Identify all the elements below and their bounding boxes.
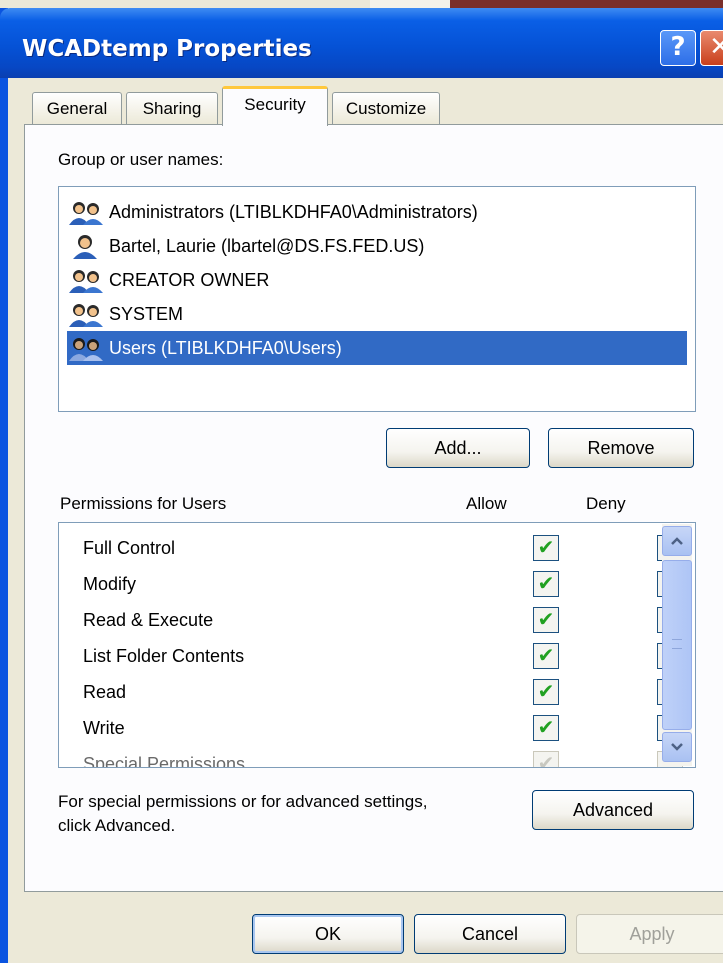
permission-row: Read & Execute ✔ [83,603,683,637]
allow-checkbox[interactable]: ✔ [533,535,559,561]
list-item[interactable]: Bartel, Laurie (lbartel@DS.FS.FED.US) [67,229,687,263]
chevron-down-icon [671,743,683,751]
user-name: Administrators (LTIBLKDHFA0\Administrato… [109,202,478,222]
tab-security[interactable]: Security [222,86,328,126]
permission-name: Full Control [83,538,176,558]
permission-name: Read & Execute [83,610,214,630]
user-icon [73,235,97,259]
allow-checkbox[interactable]: ✔ [533,607,559,633]
group-or-user-names-label: Group or user names: [58,150,224,169]
allow-column-header: Allow [466,494,507,513]
permissions-scrollbar[interactable] [662,524,692,766]
help-button[interactable]: ? [660,30,696,66]
list-item[interactable]: Administrators (LTIBLKDHFA0\Administrato… [67,195,687,229]
apply-button[interactable]: Apply [576,914,723,954]
scroll-up-button[interactable] [662,526,692,556]
advanced-hint: For special permissions or for advanced … [58,790,427,838]
user-name: CREATOR OWNER [109,270,270,290]
group-icon [69,338,103,361]
list-item[interactable]: CREATOR OWNER [67,263,687,297]
group-icon [69,270,103,293]
permission-name: Modify [83,574,137,594]
permissions-label: Permissions for Users [60,494,227,513]
close-button[interactable]: ✕ [700,30,723,66]
permission-row: Special Permissions ✔ [83,747,683,768]
advanced-hint-line: For special permissions or for advanced … [58,792,428,811]
allow-checkbox[interactable]: ✔ [533,751,559,767]
permission-row: Full Control ✔ [83,531,683,565]
scroll-down-button[interactable] [662,732,692,762]
permission-row: Read ✔ [83,675,683,709]
permission-name: Write [83,718,125,738]
permission-row: Write ✔ [83,711,683,745]
tab-sharing[interactable]: Sharing [126,92,218,124]
user-name: Users (LTIBLKDHFA0\Users) [109,338,342,358]
cancel-button[interactable]: Cancel [414,914,566,954]
scroll-thumb[interactable] [662,560,692,730]
user-listbox[interactable]: Administrators (LTIBLKDHFA0\Administrato… [58,186,696,412]
advanced-button[interactable]: Advanced [532,790,694,830]
permissions-list: Full Control ✔ Modify ✔ Read & Execute ✔ List … [58,522,696,768]
allow-checkbox[interactable]: ✔ [533,571,559,597]
title-bar[interactable]: WCADtemp Properties ? ✕ [0,8,723,78]
permission-name: Special Permissions [83,754,246,768]
tab-general[interactable]: General [32,92,122,124]
chevron-up-icon [671,537,683,545]
add-button[interactable]: Add... [386,428,530,468]
advanced-hint-line: click Advanced. [58,816,176,835]
allow-checkbox[interactable]: ✔ [533,643,559,669]
tab-customize[interactable]: Customize [332,92,440,124]
list-item[interactable]: SYSTEM [67,297,687,331]
group-icon [69,304,103,327]
ok-button[interactable]: OK [252,914,404,954]
remove-button[interactable]: Remove [548,428,694,468]
user-name: SYSTEM [109,304,184,324]
permission-row: Modify ✔ [83,567,683,601]
permission-name: List Folder Contents [83,646,245,666]
deny-column-header: Deny [586,494,626,513]
allow-checkbox[interactable]: ✔ [533,679,559,705]
allow-checkbox[interactable]: ✔ [533,715,559,741]
permission-row: List Folder Contents ✔ [83,639,683,673]
list-item-selected[interactable]: Users (LTIBLKDHFA0\Users) [67,331,687,365]
group-icon [69,202,103,225]
user-name: Bartel, Laurie (lbartel@DS.FS.FED.US) [109,236,425,256]
permission-name: Read [83,682,127,702]
window-title: WCADtemp Properties [22,36,312,62]
